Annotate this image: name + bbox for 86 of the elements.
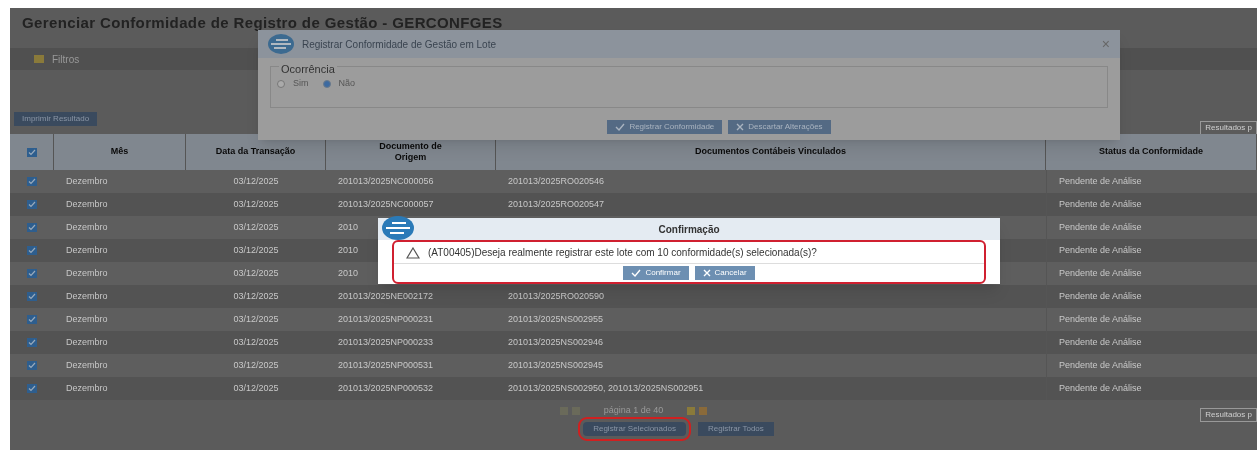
table-cell-text: 03/12/2025 <box>233 243 279 257</box>
table-cell-text: 2010 <box>338 220 359 234</box>
table-cell-text: Dezembro <box>66 266 108 280</box>
column-header[interactable]: Documento de Origem <box>365 140 456 164</box>
table-cell-text: 201013/2025NS002945 <box>508 358 604 372</box>
table-cell-text: Pendente de Análise <box>1059 335 1142 349</box>
check-icon <box>615 123 626 131</box>
table-cell-text: 201013/2025NP000531 <box>338 358 434 372</box>
table-cell-text: Pendente de Análise <box>1059 312 1142 326</box>
column-header[interactable]: Documentos Contábeis Vinculados <box>695 146 846 158</box>
print-button[interactable]: Imprimir Resultado <box>14 112 98 126</box>
table-cell-text: 201013/2025RO020590 <box>508 289 605 303</box>
table-cell-text: Pendente de Análise <box>1059 220 1142 234</box>
close-icon <box>736 123 745 131</box>
table-cell-text: 03/12/2025 <box>233 381 279 395</box>
checkbox[interactable] <box>27 177 37 186</box>
table-cell-text: Pendente de Análise <box>1059 266 1142 280</box>
table-cell-text: Dezembro <box>66 289 108 303</box>
table-cell-text: 03/12/2025 <box>233 312 279 326</box>
table-cell-text: 201013/2025NP000231 <box>338 312 434 326</box>
table-cell-text: 2010 <box>338 243 359 257</box>
radio-label: Sim <box>293 77 309 90</box>
checkbox[interactable] <box>26 147 37 157</box>
dialog-button[interactable]: Registrar Conformidade <box>607 120 723 134</box>
action-button[interactable]: Registrar Todos <box>697 422 774 436</box>
close-icon <box>702 269 711 277</box>
table-cell-text: Dezembro <box>66 220 108 234</box>
table-cell-text: 201013/2025RO020546 <box>508 174 605 188</box>
table-cell-text: Pendente de Análise <box>1059 381 1142 395</box>
table-cell-text: Pendente de Análise <box>1059 174 1142 188</box>
radio-label: Não <box>338 77 355 90</box>
radio-button[interactable] <box>277 79 285 88</box>
radio-button[interactable] <box>322 79 331 88</box>
table-cell-text: 201013/2025NP000233 <box>338 335 434 349</box>
table-cell-text: 03/12/2025 <box>233 266 279 280</box>
table-cell-text: Pendente de Análise <box>1059 243 1142 257</box>
check-icon <box>631 269 642 277</box>
checkbox[interactable] <box>27 315 37 324</box>
table-cell-text: Dezembro <box>66 243 108 257</box>
table-cell-text: 201013/2025NS002955 <box>508 312 604 326</box>
filters-label[interactable]: Filtros <box>52 51 80 67</box>
table-cell-text: 2010 <box>338 266 359 280</box>
table-cell-text: 03/12/2025 <box>233 358 279 372</box>
table-cell-text: Dezembro <box>66 174 108 188</box>
column-header[interactable]: Mês <box>110 146 129 158</box>
table-cell-text: 201013/2025NS002950, 201013/2025NS002951 <box>508 381 704 395</box>
table-cell-text: 201013/2025RO020547 <box>508 197 605 211</box>
warning-icon <box>406 246 420 259</box>
dialog-button[interactable]: Descartar Alterações <box>728 120 831 134</box>
close-icon[interactable]: × <box>1101 33 1110 55</box>
table-cell-text: Pendente de Análise <box>1059 289 1142 303</box>
table-cell-text: Dezembro <box>66 358 108 372</box>
table-cell-text: 03/12/2025 <box>233 174 279 188</box>
table-cell-text: 201013/2025NC000057 <box>338 197 434 211</box>
table-cell-text: 201013/2025NS002946 <box>508 335 604 349</box>
checkbox[interactable] <box>27 361 37 370</box>
checkbox[interactable] <box>27 200 37 209</box>
table-cell-text: 201013/2025NP000532 <box>338 381 434 395</box>
dialog-button[interactable]: Cancelar <box>694 266 755 280</box>
table-cell-text: 03/12/2025 <box>233 220 279 234</box>
checkbox[interactable] <box>27 269 37 278</box>
table-cell-text: 03/12/2025 <box>233 197 279 211</box>
checkbox[interactable] <box>27 338 37 347</box>
table-cell-text: 03/12/2025 <box>233 289 279 303</box>
checkbox[interactable] <box>27 384 37 393</box>
table-cell-text: Pendente de Análise <box>1059 358 1142 372</box>
table-cell-text: 201013/2025NE002172 <box>338 289 434 303</box>
table-cell-text: 201013/2025NC000056 <box>338 174 434 188</box>
table-cell-text: 03/12/2025 <box>233 335 279 349</box>
confirmation-message: (AT00405)Deseja realmente registrar este lote com 10 conformidade(s) selecionada(s)? <box>428 246 817 260</box>
dialog-title: Confirmação <box>658 222 720 237</box>
table-cell-text: Dezembro <box>66 312 108 326</box>
column-header[interactable]: Status da Conformidade <box>1099 146 1203 158</box>
checkbox[interactable] <box>27 246 37 255</box>
checkbox[interactable] <box>27 223 37 232</box>
table-cell-text: Pendente de Análise <box>1059 197 1142 211</box>
checkbox[interactable] <box>27 292 37 301</box>
dialog-button[interactable]: Confirmar <box>623 266 689 280</box>
results-per-page-label: Resultados p <box>1200 408 1257 422</box>
dialog-title: Registrar Conformidade de Gestão em Lote <box>302 37 497 52</box>
table-cell-text: Dezembro <box>66 381 108 395</box>
logo-icon <box>268 34 294 54</box>
page-title: Gerenciar Conformidade de Registro de Gestão - GERCONFGES <box>22 12 503 33</box>
table-cell-text: Dezembro <box>66 335 108 349</box>
column-header[interactable]: Data da Transação <box>215 146 296 158</box>
table-cell-text: Dezembro <box>66 197 108 211</box>
